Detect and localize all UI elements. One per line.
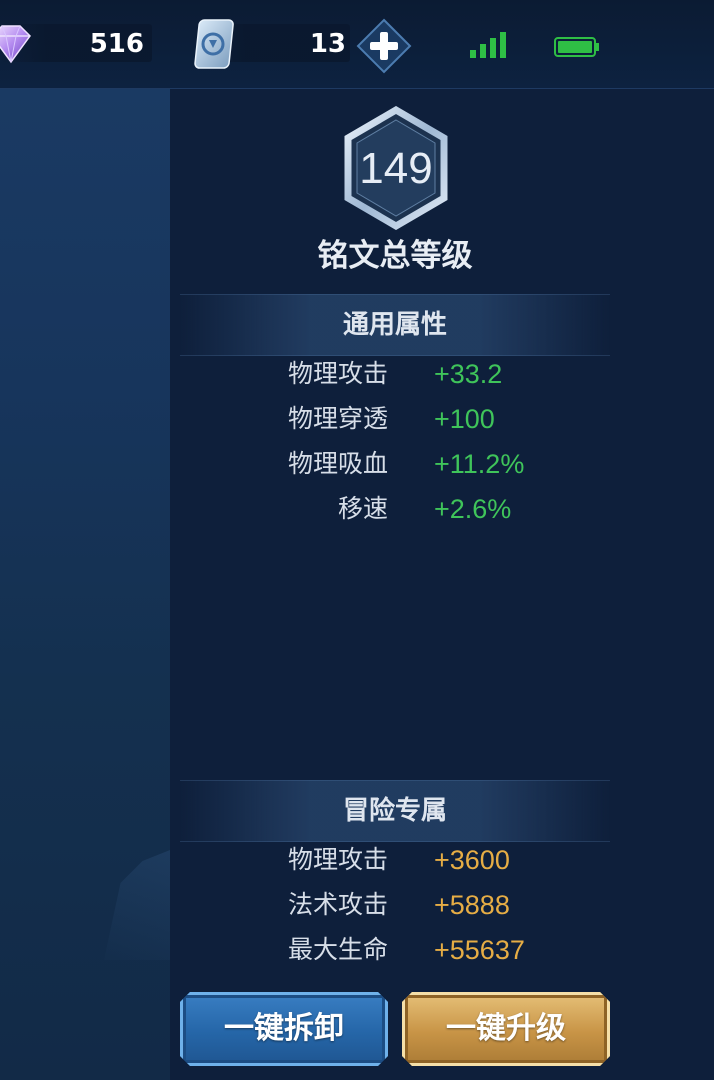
- resource-bar: 516 13: [0, 0, 714, 89]
- stat-value: +5888: [434, 890, 510, 920]
- stat-label: 物理吸血: [287, 449, 388, 478]
- stat-value: +3600: [434, 845, 510, 875]
- dismantle-all-label: 一键拆卸: [224, 1011, 344, 1046]
- card-icon: [194, 19, 234, 69]
- adventure-attributes-header: 冒险专属: [180, 780, 610, 842]
- adventure-stat-row: 法术攻击 +5888: [0, 883, 714, 927]
- stat-label: 物理穿透: [287, 404, 388, 433]
- general-attributes-header: 通用属性: [180, 294, 610, 356]
- general-stat-row: 物理吸血 +11.2%: [0, 442, 714, 486]
- stat-value: +100: [434, 404, 495, 434]
- gem-amount: 516: [89, 29, 144, 59]
- adventure-stat-row: 物理攻击 +3600: [0, 838, 714, 882]
- adventure-stat-row: 最大生命 +55637: [0, 928, 714, 972]
- dismantle-all-button[interactable]: 一键拆卸: [180, 992, 388, 1066]
- add-cards-button[interactable]: [356, 18, 412, 74]
- total-level-label: 铭文总等级: [317, 238, 473, 274]
- card-amount: 13: [309, 29, 346, 59]
- upgrade-all-label: 一键升级: [446, 1011, 566, 1046]
- total-level-value: 149: [359, 144, 433, 193]
- stat-value: +55637: [434, 935, 525, 965]
- stat-label: 法术攻击: [287, 890, 388, 919]
- general-stat-row: 物理攻击 +33.2: [0, 352, 714, 396]
- signal-icon: [470, 32, 506, 58]
- stat-label: 物理攻击: [287, 845, 388, 874]
- general-stat-row: 物理穿透 +100: [0, 397, 714, 441]
- general-attributes-title: 通用属性: [342, 310, 447, 340]
- stat-value: +33.2: [434, 359, 503, 389]
- stat-label: 移速: [337, 494, 388, 523]
- stat-label: 最大生命: [287, 935, 388, 964]
- adventure-attributes-title: 冒险专属: [342, 796, 447, 826]
- stat-label: 物理攻击: [287, 359, 388, 388]
- general-stat-row: 移速 +2.6%: [0, 487, 714, 531]
- gem-icon: [0, 25, 31, 64]
- stat-value: +11.2%: [434, 449, 525, 479]
- battery-icon: [554, 37, 599, 57]
- stat-value: +2.6%: [434, 494, 512, 524]
- upgrade-all-button[interactable]: 一键升级: [402, 992, 610, 1066]
